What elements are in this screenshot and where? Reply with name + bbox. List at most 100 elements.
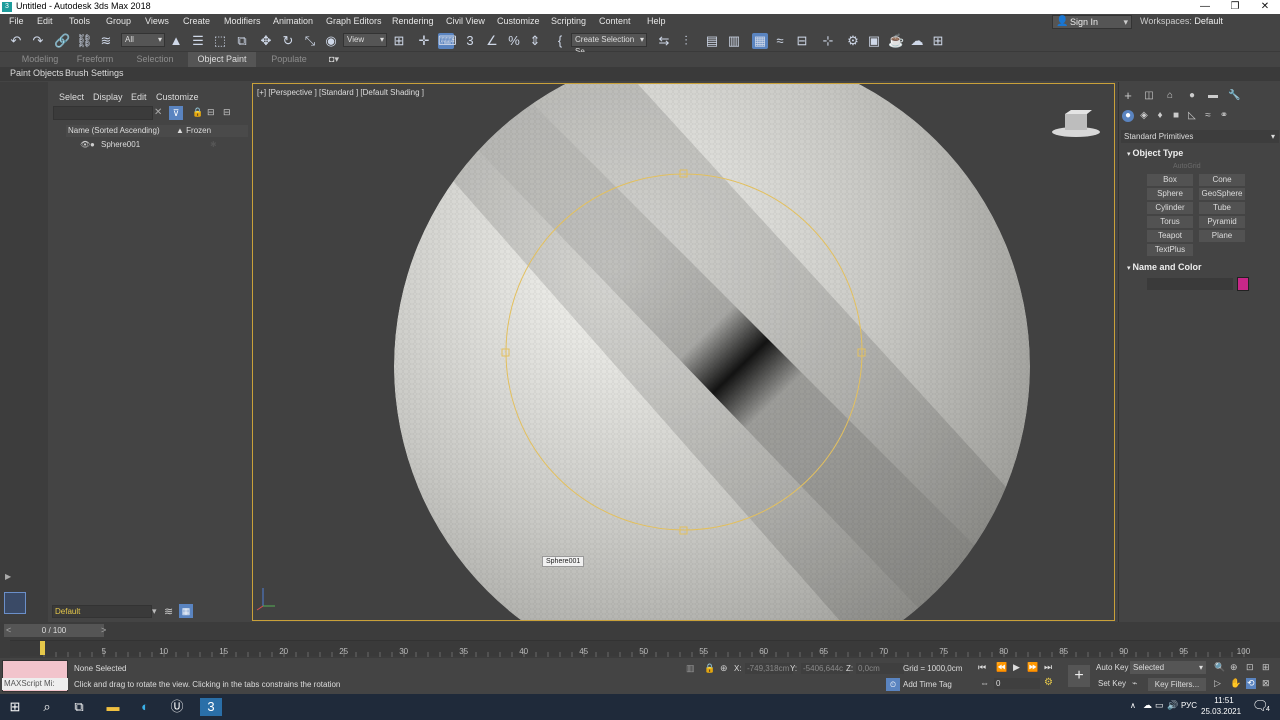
- ribbon-toggle-icon[interactable]: ▦: [752, 33, 768, 49]
- edit-named-selection-icon[interactable]: {: [552, 33, 568, 49]
- name-color-rollout[interactable]: ▾ Name and Color: [1127, 262, 1201, 272]
- cylinder-button[interactable]: Cylinder: [1147, 202, 1193, 214]
- maxscript-label[interactable]: MAXScript Mi:: [2, 678, 68, 690]
- display-tab-icon[interactable]: ▬: [1207, 90, 1219, 102]
- workspaces-selector[interactable]: Workspaces: Default: [1140, 16, 1223, 26]
- menu-tools[interactable]: Tools: [69, 16, 90, 26]
- explorer-search-input[interactable]: [53, 106, 153, 120]
- layers-icon[interactable]: ≋: [164, 605, 173, 618]
- next-frame-button-icon[interactable]: ⏩: [1027, 662, 1038, 673]
- sphere-button[interactable]: Sphere: [1147, 188, 1193, 200]
- motion-tab-icon[interactable]: ●: [1186, 90, 1198, 102]
- object-name-input[interactable]: [1147, 278, 1233, 290]
- expand-arrow-icon[interactable]: ▶: [5, 572, 11, 581]
- schematic-view-icon[interactable]: ⊟: [794, 33, 810, 49]
- play-icon[interactable]: ▶: [1013, 662, 1020, 673]
- move-icon[interactable]: ✥: [258, 33, 274, 49]
- create-tab-icon[interactable]: +: [1122, 89, 1134, 102]
- primitives-category-dropdown[interactable]: Standard Primitives ▾: [1121, 130, 1279, 143]
- menu-rendering[interactable]: Rendering: [392, 16, 434, 26]
- 3ds-max-taskbar-icon[interactable]: 3: [200, 698, 222, 716]
- bind-space-warp-icon[interactable]: ≋: [98, 33, 114, 49]
- link-icon[interactable]: 🔗: [54, 33, 70, 49]
- layer-dropdown[interactable]: Default: [52, 605, 152, 618]
- explorer-header[interactable]: Name (Sorted Ascending) ▲ Frozen: [66, 125, 248, 137]
- explorer-menu-edit[interactable]: Edit: [131, 92, 147, 102]
- explorer-menu-select[interactable]: Select: [59, 92, 84, 102]
- render-iterative-icon[interactable]: ☁: [909, 33, 925, 49]
- menu-content[interactable]: Content: [599, 16, 631, 26]
- menu-group[interactable]: Group: [106, 16, 131, 26]
- brush-settings-label[interactable]: Brush Settings: [65, 68, 124, 78]
- rotate-icon[interactable]: ↻: [280, 33, 296, 49]
- chevron-down-icon[interactable]: ▾: [152, 606, 157, 617]
- tray-chevron-up-icon[interactable]: ∧: [1130, 701, 1136, 710]
- explorer-menu-customize[interactable]: Customize: [156, 92, 199, 102]
- zoom-extents-icon[interactable]: ⊡: [1246, 662, 1254, 673]
- auto-key-button[interactable]: Auto Key: [1096, 663, 1128, 672]
- time-slider-thumb[interactable]: [40, 641, 45, 655]
- reference-coord-dropdown[interactable]: View: [343, 33, 387, 47]
- unlink-icon[interactable]: ⛓: [76, 33, 93, 49]
- viewport-label[interactable]: [+] [Perspective ] [Standard ] [Default …: [257, 88, 424, 97]
- plane-button[interactable]: Plane: [1199, 230, 1245, 242]
- hierarchy-tab-icon[interactable]: ⌂: [1164, 90, 1176, 102]
- curve-editor-icon[interactable]: ≈: [772, 33, 788, 49]
- key-set-dropdown[interactable]: Selected ▾: [1130, 661, 1206, 674]
- go-to-end-icon[interactable]: ⏭: [1044, 662, 1052, 673]
- angle-snap-icon[interactable]: ∠: [484, 33, 500, 49]
- time-tag-icon[interactable]: ⏲: [886, 678, 900, 691]
- sign-in-dropdown[interactable]: 👤 Sign In ▾: [1052, 15, 1132, 29]
- pan-icon[interactable]: ✋: [1230, 678, 1241, 689]
- search-icon[interactable]: ⌕: [38, 698, 56, 716]
- header-name[interactable]: Name (Sorted Ascending): [68, 125, 160, 137]
- object-color-swatch[interactable]: [1237, 277, 1249, 291]
- shapes-icon[interactable]: ◈: [1138, 110, 1150, 122]
- zoom-extents-all-icon[interactable]: ⊞: [1262, 662, 1270, 673]
- mirror-icon[interactable]: ⇆: [656, 33, 672, 49]
- menu-customize[interactable]: Customize: [497, 16, 540, 26]
- render-production-icon[interactable]: ☕: [888, 33, 904, 49]
- key-filters-button[interactable]: Key Filters...: [1148, 678, 1206, 691]
- table-row[interactable]: 👁 ● Sphere001 ✱: [66, 139, 248, 151]
- snaps-toggle-icon[interactable]: 3: [462, 33, 478, 49]
- filter-icon[interactable]: ⊽: [169, 106, 183, 120]
- clear-search-icon[interactable]: ✕: [154, 107, 162, 118]
- selection-filter-dropdown[interactable]: All: [121, 33, 165, 47]
- textplus-button[interactable]: TextPlus: [1147, 244, 1193, 256]
- windows-start-icon[interactable]: ⊞: [6, 698, 24, 716]
- cameras-icon[interactable]: ■: [1170, 110, 1182, 122]
- menu-create[interactable]: Create: [183, 16, 210, 26]
- lock-icon[interactable]: 🔒: [192, 107, 203, 118]
- material-editor-icon[interactable]: ⊹: [820, 33, 836, 49]
- set-key-icon[interactable]: +: [1068, 665, 1090, 687]
- onedrive-icon[interactable]: ☁: [1143, 700, 1152, 711]
- geometry-icon[interactable]: ●: [1122, 110, 1134, 122]
- named-selection-dropdown[interactable]: Create Selection Se: [571, 33, 647, 56]
- task-view-icon[interactable]: ⧉: [70, 698, 88, 716]
- eye-icon[interactable]: 👁: [80, 139, 90, 151]
- unreal-engine-icon[interactable]: Ⓤ: [168, 698, 186, 716]
- cone-button[interactable]: Cone: [1199, 174, 1245, 186]
- window-crossing-icon[interactable]: ⧉: [234, 33, 250, 49]
- perspective-viewport[interactable]: [+] [Perspective ] [Standard ] [Default …: [252, 83, 1115, 621]
- selection-lock-icon[interactable]: 🔒: [704, 663, 715, 674]
- close-button[interactable]: ✕: [1250, 0, 1280, 14]
- time-config-icon[interactable]: ⚙: [1044, 677, 1053, 688]
- x-coordinate-field[interactable]: -749,318cm: [745, 663, 793, 674]
- menu-views[interactable]: Views: [145, 16, 169, 26]
- tab-object-paint[interactable]: Object Paint: [188, 52, 256, 67]
- layer-icon[interactable]: ⊟: [223, 107, 231, 118]
- volume-icon[interactable]: 🔊: [1167, 700, 1178, 711]
- ribbon-options-icon[interactable]: ◘▾: [322, 52, 346, 67]
- torus-button[interactable]: Torus: [1147, 216, 1193, 228]
- zoom-icon[interactable]: 🔍: [1214, 662, 1225, 673]
- frame-counter[interactable]: 0 / 100: [4, 624, 104, 637]
- tab-selection[interactable]: Selection: [128, 52, 182, 67]
- pyramid-button[interactable]: Pyramid: [1199, 216, 1245, 228]
- key-filter-icon[interactable]: ⌁: [1132, 678, 1137, 689]
- language-indicator[interactable]: РУС: [1181, 701, 1197, 710]
- modify-tab-icon[interactable]: ◫: [1143, 90, 1155, 102]
- menu-animation[interactable]: Animation: [273, 16, 313, 26]
- helpers-icon[interactable]: ◺: [1186, 110, 1198, 122]
